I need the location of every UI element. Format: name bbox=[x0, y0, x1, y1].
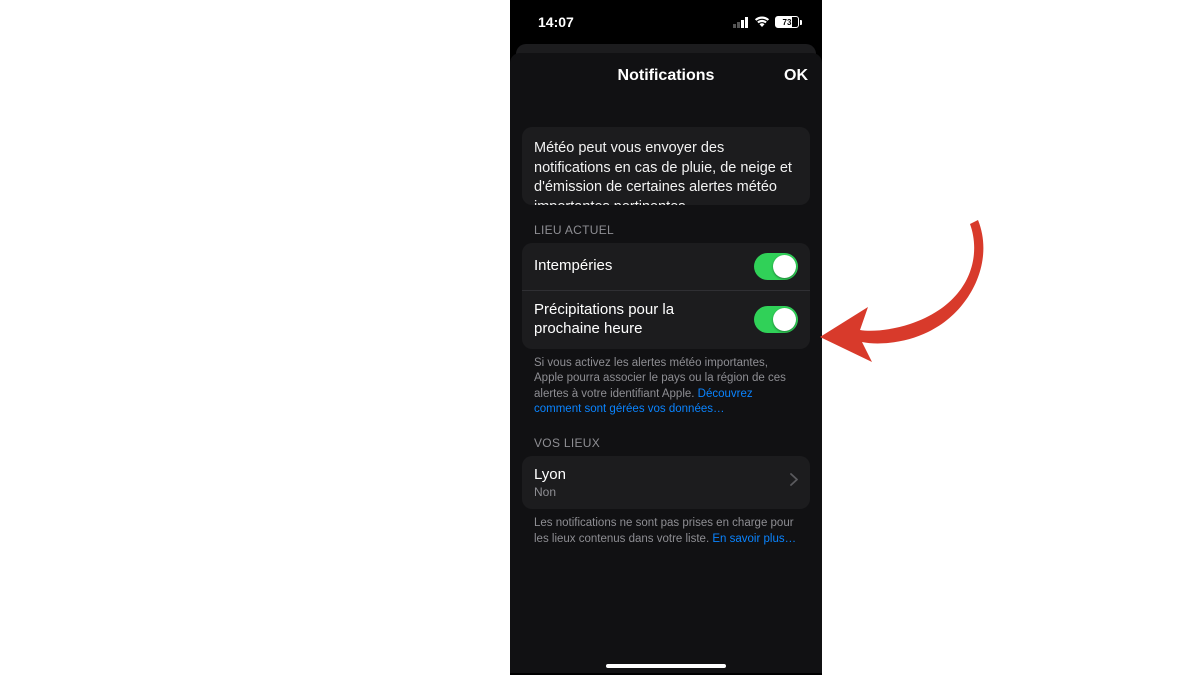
settings-sheet: Notifications OK Météo peut vous envoyer… bbox=[510, 53, 822, 673]
status-bar: 14:07 73 bbox=[510, 0, 822, 44]
footer-your-places: Les notifications ne sont pas prises en … bbox=[534, 516, 798, 547]
status-right: 73 bbox=[733, 16, 802, 28]
toggle-next-hour-precipitation[interactable] bbox=[754, 306, 798, 333]
wifi-icon bbox=[754, 16, 770, 28]
nav-title: Notifications bbox=[618, 67, 715, 85]
row-label: Précipitations pour la prochaine heure bbox=[534, 301, 754, 339]
row-place-lyon[interactable]: Lyon Non bbox=[522, 456, 810, 510]
learn-more-link[interactable]: En savoir plus… bbox=[712, 533, 796, 545]
status-time: 14:07 bbox=[538, 14, 574, 30]
group-your-places: Lyon Non bbox=[522, 456, 810, 510]
section-header-current-location: LIEU ACTUEL bbox=[534, 223, 798, 237]
nav-bar: Notifications OK bbox=[510, 53, 822, 99]
cellular-signal-icon bbox=[733, 17, 749, 28]
row-label: Intempéries bbox=[534, 257, 622, 276]
section-header-your-places: VOS LIEUX bbox=[534, 436, 798, 450]
toggle-severe-weather[interactable] bbox=[754, 253, 798, 280]
row-severe-weather[interactable]: Intempéries bbox=[522, 243, 810, 290]
row-next-hour-precipitation[interactable]: Précipitations pour la prochaine heure bbox=[522, 290, 810, 349]
phone-frame: 14:07 73 Notifications OK Météo peut vou… bbox=[510, 0, 822, 675]
group-current-location: Intempéries Précipitations pour la proch… bbox=[522, 243, 810, 349]
battery-percent: 73 bbox=[783, 18, 792, 27]
place-name: Lyon bbox=[534, 466, 576, 485]
battery-icon: 73 bbox=[775, 16, 802, 28]
home-indicator[interactable] bbox=[606, 664, 726, 668]
annotation-arrow-icon bbox=[820, 212, 990, 372]
place-status: Non bbox=[534, 485, 576, 499]
chevron-right-icon bbox=[790, 473, 798, 491]
intro-text: Météo peut vous envoyer des notification… bbox=[522, 127, 810, 205]
done-button[interactable]: OK bbox=[784, 67, 808, 85]
footer-current-location: Si vous activez les alertes météo import… bbox=[534, 356, 798, 418]
